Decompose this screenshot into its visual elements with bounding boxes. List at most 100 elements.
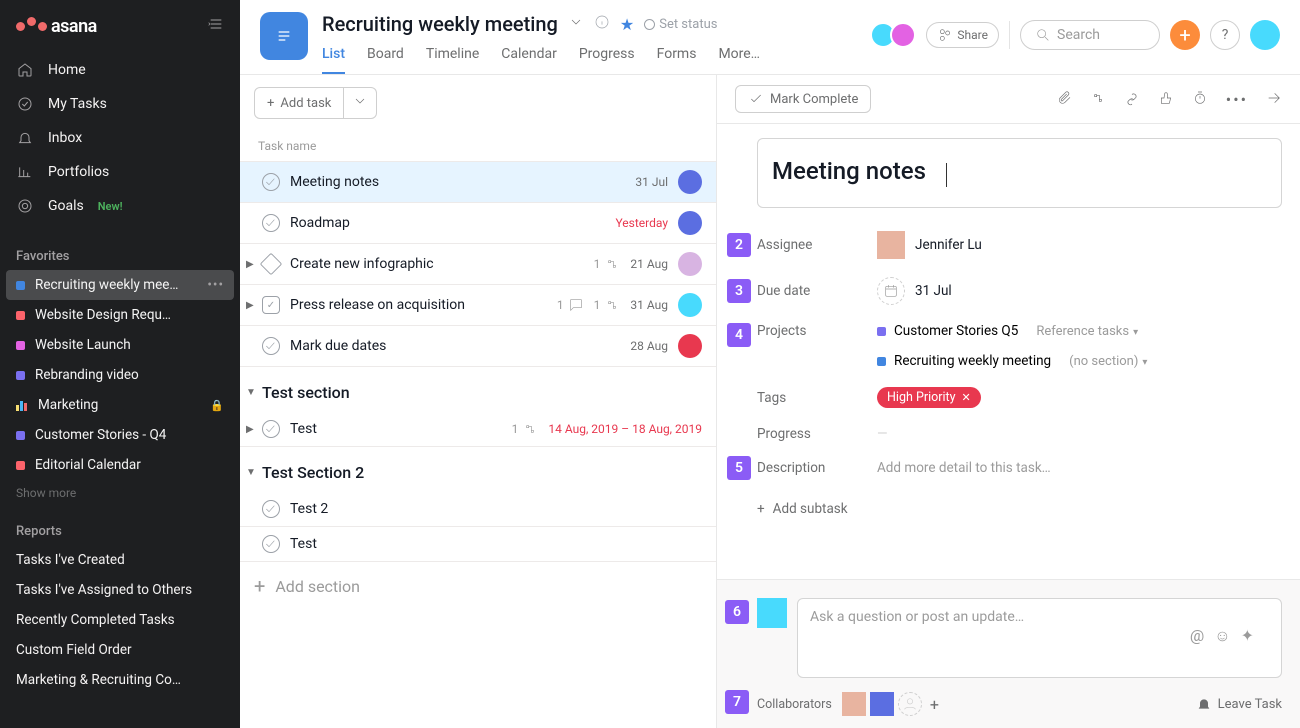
- due-value[interactable]: 31 Jul: [877, 277, 952, 305]
- favorite-label: Marketing: [38, 397, 98, 413]
- complete-checkbox[interactable]: [262, 535, 280, 553]
- report-item[interactable]: Custom Field Order: [0, 635, 240, 665]
- report-item[interactable]: Recently Completed Tasks: [0, 605, 240, 635]
- assignee-avatar[interactable]: [678, 293, 702, 317]
- tab-timeline[interactable]: Timeline: [426, 46, 479, 74]
- nav-inbox[interactable]: Inbox: [0, 121, 240, 155]
- timer-icon[interactable]: [1192, 90, 1208, 109]
- nav-mytasks[interactable]: My Tasks: [0, 87, 240, 121]
- mark-complete-button[interactable]: Mark Complete: [735, 85, 871, 113]
- add-collaborator-placeholder[interactable]: [898, 692, 922, 716]
- project-section[interactable]: Reference tasks▾: [1036, 324, 1138, 339]
- help-button[interactable]: ?: [1210, 20, 1240, 50]
- leave-task-button[interactable]: Leave Task: [1196, 696, 1282, 712]
- complete-checkbox[interactable]: [262, 337, 280, 355]
- logo[interactable]: asana: [16, 16, 97, 37]
- project-section[interactable]: (no section)▾: [1069, 354, 1147, 369]
- expand-icon[interactable]: ▶: [246, 259, 254, 270]
- tab-more[interactable]: More…: [718, 46, 760, 74]
- report-item[interactable]: Tasks I've Assigned to Others: [0, 575, 240, 605]
- description-input[interactable]: Add more detail to this task…: [877, 460, 1051, 476]
- sidebar-favorite-item[interactable]: Marketing🔒: [0, 390, 240, 420]
- complete-checkbox[interactable]: [262, 420, 280, 438]
- tab-calendar[interactable]: Calendar: [501, 46, 557, 74]
- sidebar-favorite-item[interactable]: Website Design Requ…: [0, 300, 240, 330]
- task-row[interactable]: Mark due dates28 Aug: [240, 326, 716, 367]
- close-detail-icon[interactable]: [1266, 90, 1282, 109]
- chevron-down-icon[interactable]: [568, 14, 584, 34]
- subtask-icon[interactable]: [1090, 90, 1106, 109]
- task-row[interactable]: RoadmapYesterday: [240, 203, 716, 244]
- show-more-link[interactable]: Show more: [0, 480, 240, 506]
- add-section-button[interactable]: +Add section: [240, 562, 716, 610]
- search-input[interactable]: Search: [1020, 20, 1160, 50]
- link-icon[interactable]: [1124, 90, 1140, 109]
- member-avatars[interactable]: [876, 22, 916, 48]
- add-collaborator-button[interactable]: +: [930, 695, 939, 714]
- task-row[interactable]: Test: [240, 527, 716, 562]
- assignee-avatar[interactable]: [678, 211, 702, 235]
- complete-checkbox[interactable]: [262, 173, 280, 191]
- task-row[interactable]: ▶Create new infographic1 21 Aug: [240, 244, 716, 285]
- task-row[interactable]: Meeting notes31 Jul: [240, 162, 716, 203]
- tab-board[interactable]: Board: [367, 46, 404, 74]
- set-status[interactable]: Set status: [644, 17, 717, 32]
- share-button[interactable]: Share: [926, 22, 999, 48]
- sidebar-favorite-item[interactable]: Customer Stories - Q4: [0, 420, 240, 450]
- tags-label: Tags: [757, 390, 877, 406]
- expand-icon[interactable]: ▶: [246, 300, 254, 311]
- progress-empty[interactable]: —: [877, 426, 888, 442]
- project-icon[interactable]: [260, 12, 308, 60]
- assignee-avatar[interactable]: [678, 170, 702, 194]
- more-icon[interactable]: •••: [1226, 90, 1248, 109]
- user-avatar[interactable]: [1250, 20, 1280, 50]
- project-pill[interactable]: Customer Stories Q5Reference tasks▾: [877, 323, 1147, 339]
- attachment-icon[interactable]: [1056, 90, 1072, 109]
- more-icon[interactable]: •••: [207, 277, 224, 293]
- quick-add-button[interactable]: +: [1170, 20, 1200, 50]
- add-task-button[interactable]: +Add task: [254, 87, 344, 119]
- emoji-icon[interactable]: ☺: [1214, 626, 1230, 646]
- complete-checkbox[interactable]: [262, 214, 280, 232]
- collapse-sidebar-icon[interactable]: [208, 16, 224, 37]
- task-name: Test: [290, 536, 702, 552]
- report-item[interactable]: Tasks I've Created: [0, 545, 240, 575]
- assignee-value[interactable]: Jennifer Lu: [877, 231, 982, 259]
- section-header[interactable]: ▼Test Section 2: [240, 447, 716, 492]
- add-subtask-button[interactable]: +Add subtask: [717, 485, 1300, 537]
- sidebar-favorite-item[interactable]: Editorial Calendar: [0, 450, 240, 480]
- expand-icon[interactable]: ▶: [246, 424, 254, 435]
- approval-icon[interactable]: ✓: [262, 296, 280, 314]
- task-row[interactable]: ▶✓Press release on acquisition1 1 31 Aug: [240, 285, 716, 326]
- sidebar-favorite-item[interactable]: Rebranding video: [0, 360, 240, 390]
- assignee-avatar[interactable]: [678, 252, 702, 276]
- tag-pill[interactable]: High Priority✕: [877, 387, 981, 408]
- task-title-input[interactable]: Meeting notes: [757, 138, 1282, 208]
- mention-icon[interactable]: @: [1190, 626, 1204, 646]
- section-header[interactable]: ▼Test section: [240, 367, 716, 412]
- project-pill[interactable]: Recruiting weekly meeting(no section)▾: [877, 353, 1147, 369]
- report-item[interactable]: Marketing & Recruiting Co…: [0, 665, 240, 695]
- collaborator-avatars[interactable]: +: [842, 692, 939, 716]
- favorite-label: Recruiting weekly mee…: [35, 277, 178, 293]
- star-icon[interactable]: ★: [620, 15, 634, 34]
- nav-goals[interactable]: Goals New!: [0, 189, 240, 223]
- nav-portfolios[interactable]: Portfolios: [0, 155, 240, 189]
- remove-tag-icon[interactable]: ✕: [962, 391, 971, 404]
- like-icon[interactable]: [1158, 90, 1174, 109]
- task-row[interactable]: Test 2: [240, 492, 716, 527]
- tab-progress[interactable]: Progress: [579, 46, 635, 74]
- project-title[interactable]: Recruiting weekly meeting: [322, 12, 558, 36]
- milestone-icon[interactable]: [260, 253, 283, 276]
- sidebar-favorite-item[interactable]: Recruiting weekly mee… •••: [6, 270, 234, 300]
- tab-list[interactable]: List: [322, 46, 345, 74]
- sidebar-favorite-item[interactable]: Website Launch: [0, 330, 240, 360]
- assignee-avatar[interactable]: [678, 334, 702, 358]
- task-row[interactable]: ▶Test1 14 Aug, 2019 – 18 Aug, 2019: [240, 412, 716, 447]
- info-icon[interactable]: [594, 14, 610, 34]
- add-task-dropdown[interactable]: [344, 87, 377, 119]
- tab-forms[interactable]: Forms: [657, 46, 697, 74]
- nav-home[interactable]: Home: [0, 53, 240, 87]
- complete-checkbox[interactable]: [262, 500, 280, 518]
- star-icon[interactable]: ✦: [1241, 626, 1254, 646]
